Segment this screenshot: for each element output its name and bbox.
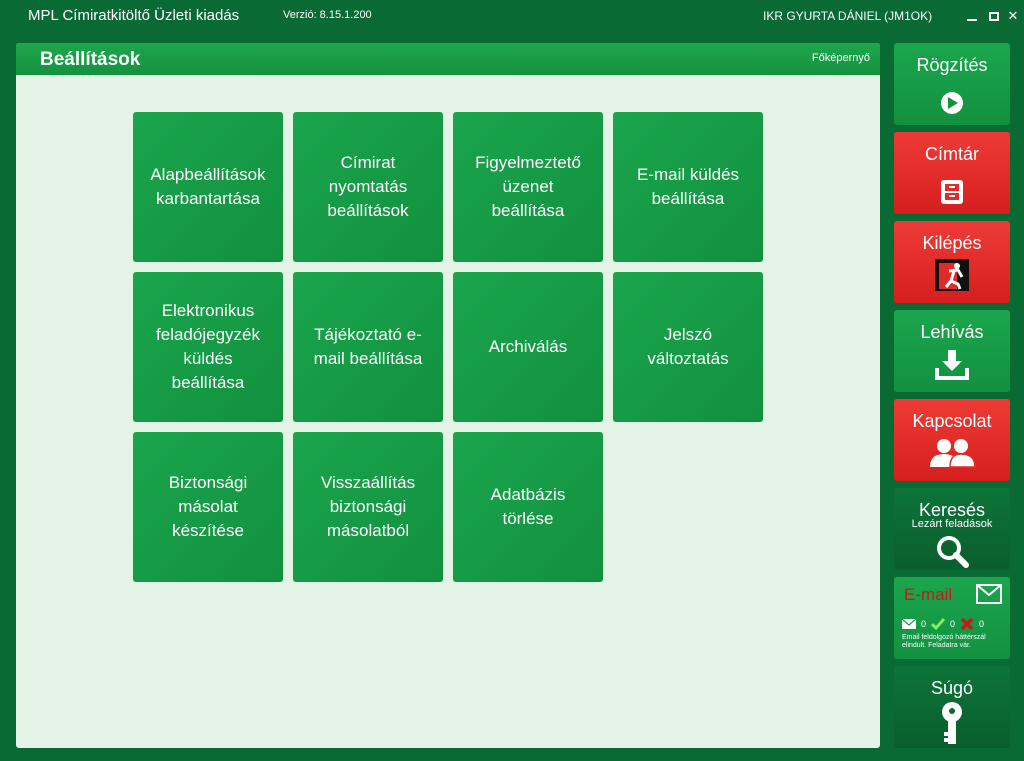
address-book-label: Címtár: [925, 144, 979, 164]
play-icon: [941, 92, 963, 114]
tile-info-email[interactable]: Tájékoztató e-mail beállítása: [293, 272, 443, 422]
email-stats: 0 0 0: [902, 617, 984, 631]
search-button[interactable]: Keresés Lezárt feladások: [894, 488, 1010, 570]
tile-label: beállítások: [327, 201, 409, 220]
cabinet-icon: [941, 180, 963, 204]
minimize-button[interactable]: [965, 8, 979, 24]
tile-label: változtatás: [647, 349, 729, 368]
tile-label: készítése: [172, 521, 244, 540]
user-label: IKR GYURTA DÁNIEL (JM1OK): [763, 9, 933, 23]
maximize-icon: [989, 12, 999, 21]
tile-archive[interactable]: Archiválás: [453, 272, 603, 422]
tile-label: E-mail küldés: [636, 165, 740, 184]
mail-count-icon: [902, 619, 916, 629]
page-title: Beállítások: [40, 49, 141, 70]
tile-backup[interactable]: Biztonsági másolat készítése: [133, 432, 283, 582]
email-status-panel[interactable]: E-mail 0 0 0 Email feldolgozó háttérszál…: [894, 577, 1010, 659]
close-button[interactable]: ✕: [1006, 8, 1020, 24]
email-label: E-mail: [904, 585, 953, 604]
download-button[interactable]: Lehívás: [894, 310, 1010, 392]
settings-panel: Beállítások Főképernyő Alapbeállítások ka…: [16, 43, 880, 748]
tile-email-settings[interactable]: E-mail küldés beállítása: [613, 112, 763, 262]
tile-label: Alapbeállítások: [150, 165, 266, 184]
tile-delete-database[interactable]: Adatbázis törlése: [453, 432, 603, 582]
envelope-icon: [976, 584, 1002, 604]
tile-basic-settings[interactable]: Alapbeállítások karbantartása: [133, 112, 283, 262]
help-label: Súgó: [930, 678, 974, 698]
tile-label: feladójegyzék: [156, 325, 260, 344]
tile-label: beállítása: [651, 189, 725, 208]
mail-count: 0: [921, 619, 927, 629]
app-title: MPL Címiratkitöltő Üzleti kiadás: [28, 7, 240, 24]
address-book-button[interactable]: Címtár: [894, 132, 1010, 214]
tile-label: Címirat: [340, 153, 396, 172]
tile-label: nyomtatás: [328, 177, 408, 196]
tile-label: beállítása: [491, 201, 565, 220]
tile-label: üzenet: [502, 177, 554, 196]
tile-label: Tájékoztató e-: [314, 325, 422, 344]
tile-label: mail beállítása: [313, 349, 423, 368]
tile-label: törlése: [502, 509, 554, 528]
people-icon: [930, 439, 976, 468]
tile-label: küldés: [183, 349, 233, 368]
tile-label: Elektronikus: [161, 301, 255, 320]
maximize-button[interactable]: [987, 8, 1001, 24]
minimize-icon: [967, 19, 977, 21]
contact-button[interactable]: Kapcsolat: [894, 399, 1010, 481]
success-count: 0: [950, 619, 956, 629]
close-icon: ✕: [1007, 8, 1019, 23]
tile-label: karbantartása: [156, 189, 260, 208]
exit-label: Kilépés: [922, 233, 982, 253]
tile-warning-settings[interactable]: Figyelmeztető üzenet beállítása: [453, 112, 603, 262]
tile-label: Figyelmeztető: [475, 153, 581, 172]
tile-print-settings[interactable]: Címirat nyomtatás beállítások: [293, 112, 443, 262]
record-button[interactable]: Rögzítés: [894, 43, 1010, 125]
exit-icon: [935, 259, 969, 291]
tile-label: másolatból: [326, 521, 410, 540]
fail-count: 0: [979, 619, 985, 629]
email-status-note: Email feldolgozó háttérszál elindult. Fe…: [902, 634, 986, 649]
download-icon: [935, 350, 969, 380]
magnifier-icon: [937, 536, 969, 568]
tile-label: másolat: [178, 497, 238, 516]
tile-label: Adatbázis: [490, 485, 566, 504]
tile-label: Archiválás: [488, 337, 568, 356]
key-icon: [942, 702, 962, 744]
home-link[interactable]: Főképernyő: [812, 52, 870, 64]
tile-label: Biztonsági: [168, 473, 248, 492]
download-label: Lehívás: [920, 322, 984, 342]
contact-label: Kapcsolat: [912, 411, 992, 431]
search-sublabel: Lezárt feladások: [911, 518, 993, 530]
tile-restore[interactable]: Visszaállítás biztonsági másolatból: [293, 432, 443, 582]
tile-label: beállítása: [171, 373, 245, 392]
tile-electronic-list[interactable]: Elektronikus feladójegyzék küldés beállítás…: [133, 272, 283, 422]
tile-label: Visszaállítás: [320, 473, 416, 492]
tile-label: biztonsági: [329, 497, 407, 516]
record-label: Rögzítés: [916, 55, 988, 75]
panel-header: Beállítások Főképernyő: [16, 43, 880, 75]
check-icon: [931, 618, 946, 630]
title-bar: MPL Címiratkitöltő Üzleti kiadás Verzió:…: [0, 0, 1024, 34]
exit-button[interactable]: Kilépés: [894, 221, 1010, 303]
help-button[interactable]: Súgó: [894, 666, 1010, 748]
tile-password-change[interactable]: Jelszó változtatás: [613, 272, 763, 422]
cross-icon: [960, 617, 974, 631]
tile-label: Jelszó: [663, 325, 713, 344]
version-label: Verzió: 8.15.1.200: [283, 9, 372, 21]
